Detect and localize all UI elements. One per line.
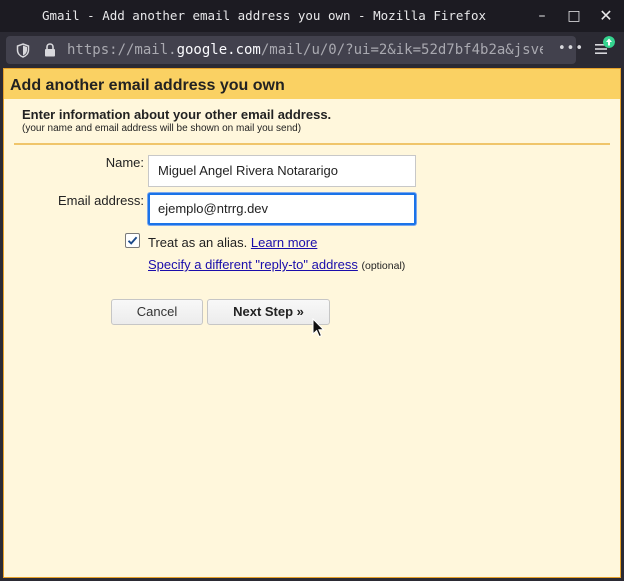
lock-icon[interactable] <box>44 43 56 57</box>
checkmark-icon <box>127 236 138 245</box>
alias-option: Treat as an alias. Learn more <box>148 235 317 250</box>
url-path: /mail/u/0/?ui=2&ik=52d7bf4b2a&jsve <box>260 42 543 58</box>
alias-checkbox[interactable] <box>125 233 140 248</box>
email-input[interactable]: ejemplo@ntrrg.dev <box>148 193 416 225</box>
intro-text: Enter information about your other email… <box>22 107 332 122</box>
cancel-button[interactable]: Cancel <box>111 299 203 325</box>
browser-toolbar: https://mail.google.com/mail/u/0/?ui=2&i… <box>0 32 624 68</box>
mouse-pointer-icon <box>312 318 325 338</box>
alias-label: Treat as an alias. <box>148 235 248 250</box>
reply-to-row: Specify a different "reply-to" address (… <box>148 257 405 272</box>
dialog-header: Add another email address you own <box>4 69 620 99</box>
url-bar[interactable]: https://mail.google.com/mail/u/0/?ui=2&i… <box>6 36 583 64</box>
maximize-button[interactable]: □ <box>564 6 584 26</box>
window-title: Gmail - Add another email address you ow… <box>41 8 486 23</box>
url-text[interactable]: https://mail.google.com/mail/u/0/?ui=2&i… <box>67 42 543 58</box>
close-window-button[interactable]: ✕ <box>596 6 616 26</box>
name-label: Name: <box>105 155 144 170</box>
update-available-icon[interactable] <box>603 36 615 48</box>
window-titlebar: Gmail - Add another email address you ow… <box>0 0 624 32</box>
page-actions-menu-button[interactable]: ••• <box>558 41 584 56</box>
dialog-title: Add another email address you own <box>10 77 285 94</box>
name-input[interactable]: Miguel Angel Rivera Notararigo <box>148 155 416 187</box>
email-label: Email address: <box>58 193 144 208</box>
intro-subtext: (your name and email address will be sho… <box>22 123 302 134</box>
reply-to-link[interactable]: Specify a different "reply-to" address <box>148 257 358 272</box>
optional-note: (optional) <box>361 260 406 272</box>
divider <box>14 143 610 145</box>
url-scheme: https://mail. <box>67 42 177 58</box>
shield-icon[interactable] <box>16 43 30 58</box>
learn-more-link[interactable]: Learn more <box>251 235 317 250</box>
minimize-button[interactable]: – <box>532 6 552 26</box>
url-host: google.com <box>176 42 261 58</box>
